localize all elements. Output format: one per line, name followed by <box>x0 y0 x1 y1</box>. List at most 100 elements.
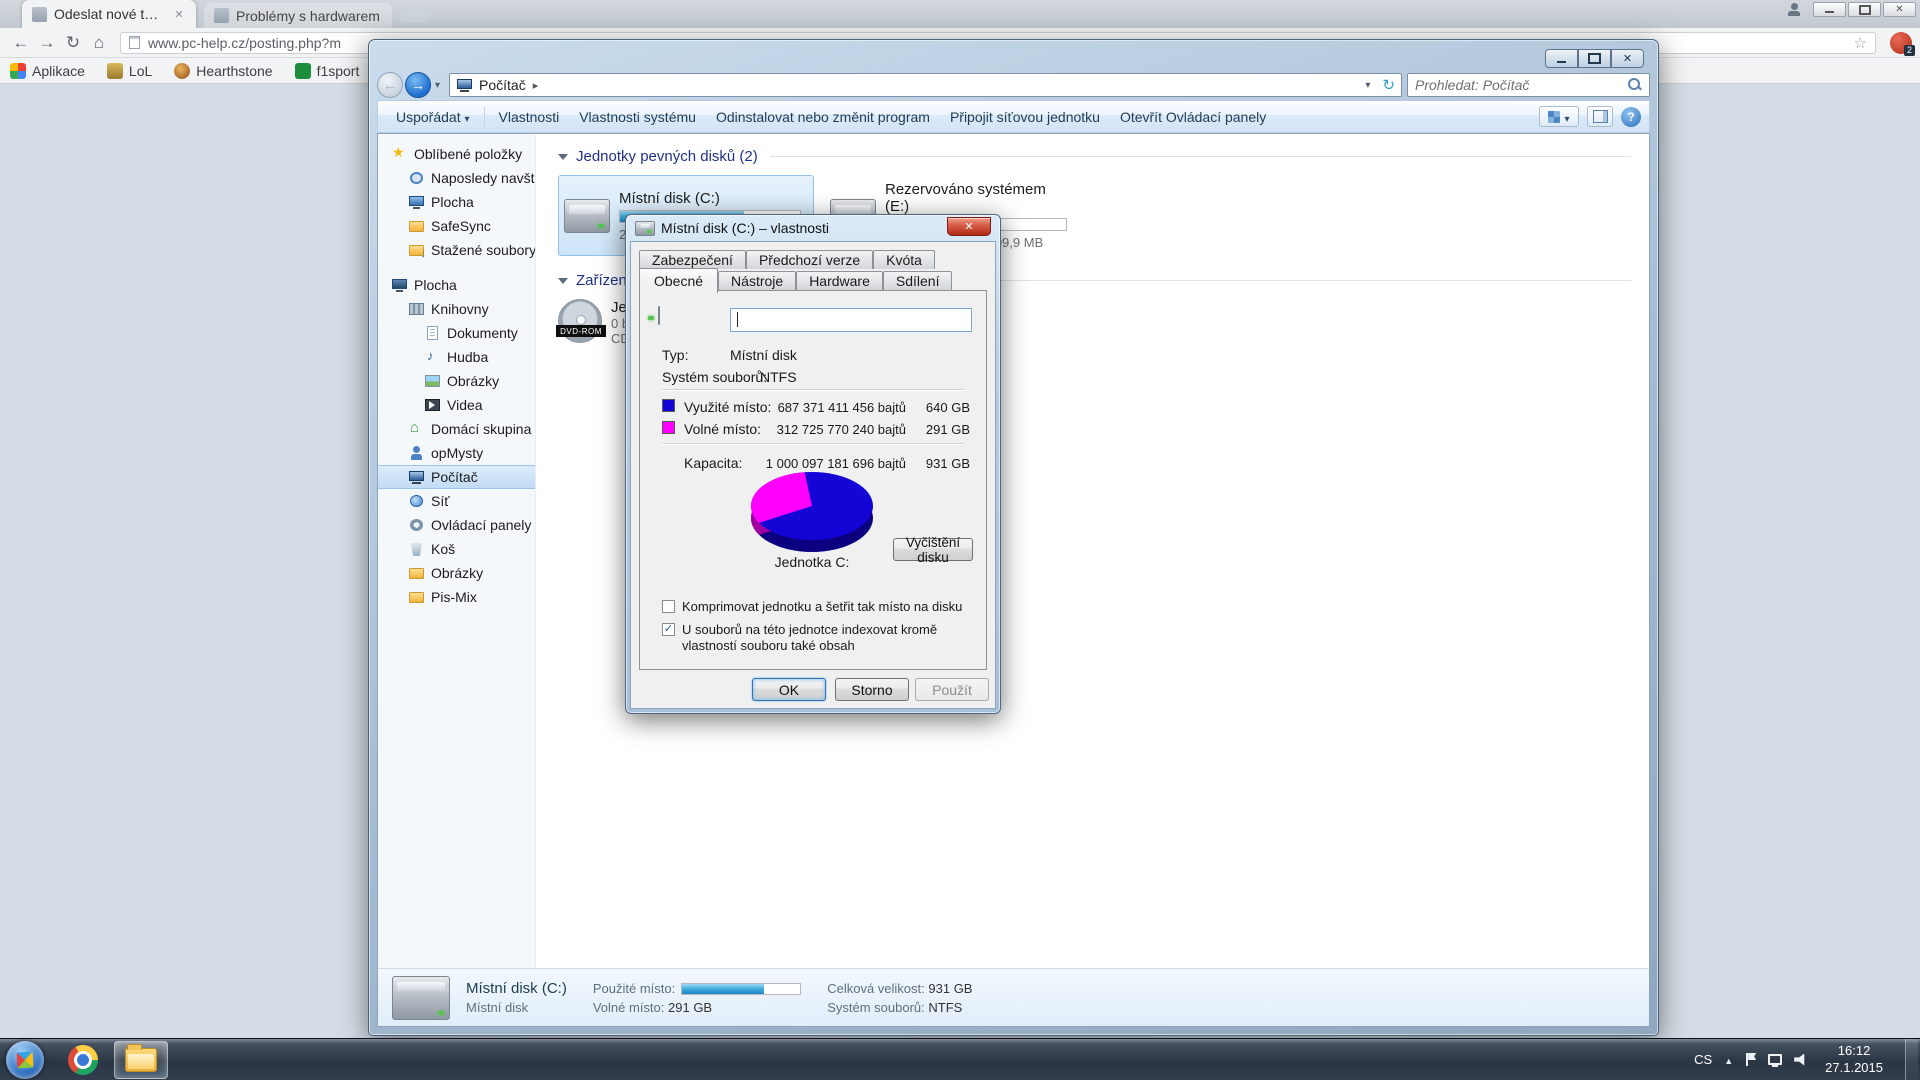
close-button[interactable] <box>1883 2 1916 17</box>
sidebar-item[interactable]: Knihovny <box>378 297 535 321</box>
explorer-address-bar[interactable]: Počítač ▸ ▾ <box>449 73 1402 97</box>
dialog-tab[interactable]: Obecné <box>639 268 718 293</box>
collapse-arrow-icon[interactable] <box>558 278 568 284</box>
back-icon[interactable]: ← <box>8 30 34 56</box>
address-history-chevron-icon[interactable]: ▾ <box>1361 80 1374 91</box>
profile-icon[interactable] <box>1784 3 1804 19</box>
dialog-tab[interactable]: Hardware <box>796 271 883 291</box>
group-header-hard-disks[interactable]: Jednotky pevných disků (2) <box>558 148 1649 165</box>
dialog-title-bar[interactable]: Místní disk (C:) – vlastnosti <box>626 215 1000 241</box>
sidebar-item[interactable]: Počítač <box>378 465 535 489</box>
refresh-icon[interactable]: ↻ <box>60 30 86 56</box>
tab-close-icon[interactable] <box>172 7 186 21</box>
action-center-icon[interactable] <box>1745 1053 1756 1066</box>
browser-tab-inactive[interactable]: Problémy s hardwarem <box>204 3 392 28</box>
network-icon[interactable] <box>1768 1054 1782 1065</box>
extension-icon[interactable]: 2 <box>1890 32 1912 54</box>
home-icon[interactable]: ⌂ <box>86 30 112 56</box>
volume-label-field[interactable] <box>730 308 972 332</box>
language-indicator[interactable]: CS <box>1694 1052 1712 1067</box>
sidebar-item[interactable]: Koš <box>378 537 535 561</box>
show-desktop-button[interactable] <box>1905 1039 1918 1080</box>
cancel-button[interactable]: Storno <box>835 678 909 701</box>
sidebar-item-label: SafeSync <box>431 218 491 234</box>
chrome-icon <box>68 1045 98 1075</box>
sidebar-item[interactable]: Pis-Mix <box>378 585 535 609</box>
explorer-window-controls <box>1545 49 1644 68</box>
bookmark-item[interactable]: Aplikace <box>10 63 85 79</box>
breadcrumb-arrow-icon[interactable]: ▸ <box>526 79 546 92</box>
toolbar-command[interactable]: Otevřít Ovládací panely <box>1110 105 1276 129</box>
taskbar-explorer-button[interactable] <box>114 1041 168 1079</box>
dialog-tab[interactable]: Předchozí verze <box>746 250 873 269</box>
capacity-label: Kapacita: <box>684 455 742 471</box>
volume-icon[interactable] <box>1794 1054 1807 1066</box>
breadcrumb[interactable]: Počítač <box>479 77 526 93</box>
dialog-tab[interactable]: Kvóta <box>873 250 935 269</box>
recent-pages-chevron-icon[interactable]: ▾ <box>431 80 444 91</box>
bookmark-item[interactable]: f1sport <box>295 63 360 79</box>
forward-button[interactable]: → <box>405 72 431 98</box>
minimize-button[interactable] <box>1813 2 1846 17</box>
ok-button[interactable]: OK <box>752 678 826 701</box>
sidebar-item[interactable]: Stažené soubory <box>378 238 535 262</box>
checkbox-checked[interactable] <box>662 623 675 636</box>
bookmark-star-icon[interactable] <box>1854 34 1867 52</box>
compress-checkbox-row[interactable]: Komprimovat jednotku a šetřit tak místo … <box>662 599 962 615</box>
show-hidden-icons-icon[interactable] <box>1724 1052 1733 1067</box>
taskbar-chrome-button[interactable] <box>56 1041 110 1079</box>
organize-menu[interactable]: Uspořádat <box>386 105 480 129</box>
sidebar-item[interactable]: Obrázky <box>378 369 535 393</box>
sidebar-item[interactable]: Plocha <box>378 273 535 297</box>
maximize-button[interactable] <box>1578 49 1611 68</box>
disk-cleanup-button[interactable]: Vyčištění disku <box>893 538 973 561</box>
sidebar-item[interactable]: Obrázky <box>378 561 535 585</box>
index-checkbox-row[interactable]: U souborů na této jednotce indexovat kro… <box>662 622 984 653</box>
toolbar-command[interactable]: Odinstalovat nebo změnit program <box>706 105 940 129</box>
sidebar-item[interactable]: Videa <box>378 393 535 417</box>
back-button[interactable]: ← <box>377 72 403 98</box>
start-button[interactable] <box>6 1041 44 1079</box>
dialog-tab[interactable]: Sdílení <box>883 271 953 291</box>
sidebar-item[interactable]: Dokumenty <box>378 321 535 345</box>
search-input[interactable] <box>1415 77 1628 93</box>
toolbar-command[interactable]: Vlastnosti systému <box>569 105 706 129</box>
sidebar-item[interactable]: opMysty <box>378 441 535 465</box>
collapse-arrow-icon[interactable] <box>558 154 568 160</box>
taskbar-clock[interactable]: 16:12 27.1.2015 <box>1819 1043 1889 1077</box>
browser-tab-active[interactable]: Odeslat nové téma <box>22 0 196 28</box>
dialog-tab[interactable]: Zabezpečení <box>639 250 746 269</box>
sidebar-item[interactable]: Plocha <box>378 190 535 214</box>
help-button[interactable]: ? <box>1621 107 1641 127</box>
maximize-button[interactable] <box>1848 2 1881 17</box>
apply-button[interactable]: Použít <box>915 678 989 701</box>
change-view-button[interactable] <box>1539 106 1579 127</box>
capacity-bar-fill <box>682 984 763 994</box>
sidebar-item[interactable]: Oblíbené položky <box>378 142 535 166</box>
sidebar-item-label: Videa <box>447 397 483 413</box>
refresh-icon[interactable] <box>1382 76 1395 94</box>
sidebar-item[interactable]: Domácí skupina <box>378 417 535 441</box>
sidebar-item[interactable]: Hudba <box>378 345 535 369</box>
minimize-button[interactable] <box>1545 49 1578 68</box>
checkbox-unchecked[interactable] <box>662 600 675 613</box>
dialog-title: Místní disk (C:) – vlastnosti <box>661 220 829 236</box>
preview-pane-button[interactable] <box>1587 106 1613 127</box>
toolbar-command[interactable]: Vlastnosti <box>489 105 570 129</box>
hard-disk-icon <box>392 976 450 1020</box>
sidebar-item[interactable]: Ovládací panely <box>378 513 535 537</box>
details-pane: Místní disk (C:) Místní disk Použité mís… <box>378 968 1649 1026</box>
dialog-tab[interactable]: Nástroje <box>718 271 796 291</box>
new-tab-button[interactable] <box>398 6 433 22</box>
bookmark-item[interactable]: Hearthstone <box>174 63 272 79</box>
toolbar-command[interactable]: Připojit síťovou jednotku <box>940 105 1110 129</box>
volume-label-input[interactable] <box>730 308 972 332</box>
close-button[interactable] <box>1611 49 1644 68</box>
sidebar-item[interactable]: SafeSync <box>378 214 535 238</box>
sidebar-item[interactable]: Naposledy navštívené <box>378 166 535 190</box>
explorer-search-box[interactable] <box>1407 73 1650 97</box>
forward-icon[interactable]: → <box>34 30 60 56</box>
sidebar-item[interactable]: Síť <box>378 489 535 513</box>
bookmark-item[interactable]: LoL <box>107 63 152 79</box>
dialog-close-button[interactable] <box>947 217 991 236</box>
